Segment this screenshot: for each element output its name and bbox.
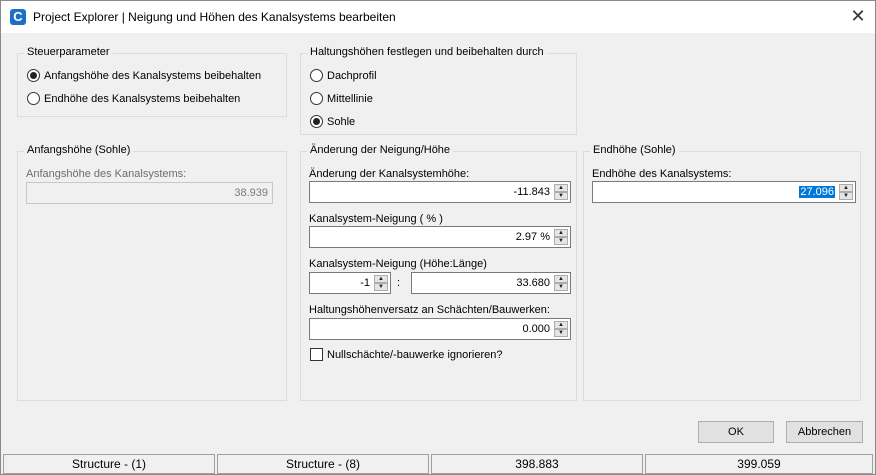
haltungshoehen-legend: Haltungshöhen festlegen und beibehalten … — [307, 46, 547, 58]
spin-up-icon[interactable]: ▲ — [554, 229, 568, 237]
status-bar: Structure - (1) Structure - (8) 398.883 … — [3, 454, 875, 474]
spin-down-icon[interactable]: ▼ — [554, 283, 568, 291]
slope-percent-spinner[interactable]: ▲ ▼ — [554, 229, 568, 245]
app-icon: C — [10, 9, 26, 25]
ratio-separator: : — [397, 277, 401, 289]
end-height-spinner[interactable]: ▲ ▼ — [839, 184, 853, 200]
window-title: Project Explorer | Neigung und Höhen des… — [33, 10, 396, 24]
spin-up-icon[interactable]: ▲ — [554, 321, 568, 329]
radio-keep-end-height[interactable]: Endhöhe des Kanalsystems beibehalten — [27, 92, 240, 105]
ignore-null-structures-checkbox[interactable]: Nullschächte/-bauwerke ignorieren? — [310, 348, 502, 361]
dialog-window: C Project Explorer | Neigung und Höhen d… — [0, 0, 876, 475]
spin-down-icon[interactable]: ▼ — [554, 192, 568, 200]
status-cell-start-structure: Structure - (1) — [3, 454, 215, 474]
haltungshoehen-group: Haltungshöhen festlegen und beibehalten … — [300, 46, 577, 135]
checkbox-label: Nullschächte/-bauwerke ignorieren? — [327, 349, 503, 361]
endhoehe-legend: Endhöhe (Sohle) — [590, 144, 679, 156]
anfangshoehe-group: Anfangshöhe (Sohle) Anfangshöhe des Kana… — [17, 144, 287, 401]
height-change-value: -11.843 — [513, 186, 551, 198]
anfangshoehe-legend: Anfangshöhe (Sohle) — [24, 144, 134, 156]
radio-keep-start-height[interactable]: Anfangshöhe des Kanalsystems beibehalten — [27, 69, 261, 82]
radio-label: Dachprofil — [327, 70, 377, 82]
slope-ratio-length-spinner[interactable]: ▲ ▼ — [554, 275, 568, 291]
radio-label: Mittellinie — [327, 93, 373, 105]
slope-percent-label: Kanalsystem-Neigung ( % ) — [309, 213, 443, 225]
slope-percent-value: 2.97 % — [515, 231, 550, 243]
start-height-value: 38.939 — [234, 187, 268, 199]
ok-button[interactable]: OK — [698, 421, 774, 443]
status-cell-start-value: 398.883 — [431, 454, 643, 474]
close-icon: ✕ — [850, 6, 866, 26]
offset-label: Haltungshöhenversatz an Schächten/Bauwer… — [309, 304, 550, 316]
height-change-input[interactable]: -11.843 ▲ ▼ — [309, 181, 571, 203]
radio-label: Endhöhe des Kanalsystems beibehalten — [44, 93, 241, 105]
start-height-label: Anfangshöhe des Kanalsystems: — [26, 168, 187, 180]
radio-mittellinie[interactable]: Mittellinie — [310, 92, 373, 105]
slope-ratio-label: Kanalsystem-Neigung (Höhe:Länge) — [309, 258, 487, 270]
endhoehe-group: Endhöhe (Sohle) Endhöhe des Kanalsystems… — [583, 144, 861, 401]
offset-input[interactable]: 0.000 ▲ ▼ — [309, 318, 571, 340]
spin-up-icon[interactable]: ▲ — [374, 275, 388, 283]
neigung-legend: Änderung der Neigung/Höhe — [307, 144, 454, 156]
end-height-value: 27.096 — [799, 186, 835, 198]
slope-ratio-height-value: -1 — [360, 277, 370, 289]
slope-ratio-height-spinner[interactable]: ▲ ▼ — [374, 275, 388, 291]
spin-up-icon[interactable]: ▲ — [839, 184, 853, 192]
status-cell-end-structure: Structure - (8) — [217, 454, 429, 474]
checkbox[interactable] — [310, 348, 323, 361]
spin-down-icon[interactable]: ▼ — [839, 192, 853, 200]
close-button[interactable]: ✕ — [841, 1, 875, 33]
slope-percent-input[interactable]: 2.97 % ▲ ▼ — [309, 226, 571, 248]
radio-button[interactable] — [310, 92, 323, 105]
slope-ratio-length-input[interactable]: 33.680 ▲ ▼ — [411, 272, 571, 294]
end-height-input[interactable]: 27.096 ▲ ▼ — [592, 181, 856, 203]
end-height-label: Endhöhe des Kanalsystems: — [592, 168, 732, 180]
radio-button-checked[interactable] — [310, 115, 323, 128]
radio-button[interactable] — [310, 69, 323, 82]
offset-value: 0.000 — [522, 323, 550, 335]
slope-ratio-height-input[interactable]: -1 ▲ ▼ — [309, 272, 391, 294]
radio-dachprofil[interactable]: Dachprofil — [310, 69, 377, 82]
spin-down-icon[interactable]: ▼ — [554, 237, 568, 245]
radio-button-checked[interactable] — [27, 69, 40, 82]
selected-text: 27.096 — [799, 186, 835, 198]
height-change-spinner[interactable]: ▲ ▼ — [554, 184, 568, 200]
title-bar: C Project Explorer | Neigung und Höhen d… — [1, 1, 875, 33]
slope-ratio-length-value: 33.680 — [516, 277, 550, 289]
status-cell-end-value: 399.059 — [645, 454, 873, 474]
start-height-field: 38.939 — [26, 182, 273, 204]
cancel-button[interactable]: Abbrechen — [786, 421, 863, 443]
height-change-label: Änderung der Kanalsystemhöhe: — [309, 168, 470, 180]
offset-spinner[interactable]: ▲ ▼ — [554, 321, 568, 337]
radio-sohle[interactable]: Sohle — [310, 115, 355, 128]
steuerparameter-group: Steuerparameter Anfangshöhe des Kanalsys… — [17, 46, 287, 117]
spin-up-icon[interactable]: ▲ — [554, 184, 568, 192]
neigung-group: Änderung der Neigung/Höhe Änderung der K… — [300, 144, 577, 401]
radio-button[interactable] — [27, 92, 40, 105]
radio-label: Anfangshöhe des Kanalsystems beibehalten — [44, 70, 262, 82]
spin-up-icon[interactable]: ▲ — [554, 275, 568, 283]
steuerparameter-legend: Steuerparameter — [24, 46, 113, 58]
radio-label: Sohle — [327, 116, 356, 128]
spin-down-icon[interactable]: ▼ — [554, 329, 568, 337]
spin-down-icon[interactable]: ▼ — [374, 283, 388, 291]
